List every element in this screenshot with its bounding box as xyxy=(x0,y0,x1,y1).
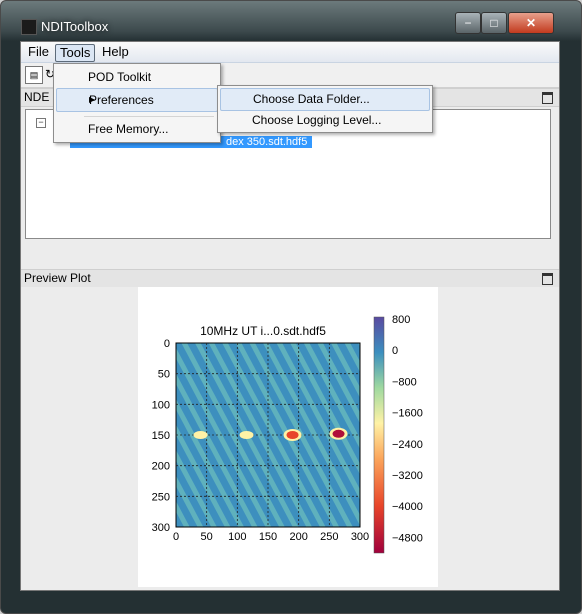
colorbar xyxy=(373,316,385,554)
preview-plot-area: 10MHz UT i...0.sdt.hdf5 0 50 100 150 200 250 3… xyxy=(21,287,559,590)
menu-item-label: Free Memory... xyxy=(88,122,169,136)
tree-selected-label: dex 350.sdt.hdf5 xyxy=(226,136,308,148)
colorbar-tick-label: −4000 xyxy=(392,501,423,513)
app-window: NDIToolbox − □ ✕ File Tools Help ▤ ↻ NDE… xyxy=(0,0,582,614)
menu-bar: File Tools Help xyxy=(21,42,559,63)
menu-item-pod-toolkit[interactable]: POD Toolkit xyxy=(56,66,216,88)
hotspot-mark xyxy=(242,433,251,437)
colorbar-tick-label: −3200 xyxy=(392,470,423,482)
title-bar[interactable]: NDIToolbox − □ ✕ xyxy=(1,1,581,41)
y-tick-label: 300 xyxy=(152,522,170,534)
panel-maximize-icon[interactable] xyxy=(542,273,553,285)
colorbar-tick-label: 800 xyxy=(392,314,410,326)
x-tick-label: 100 xyxy=(228,531,246,543)
hotspot-mark xyxy=(332,429,345,438)
colorbar-tick-label: 0 xyxy=(392,345,398,357)
toolbar-view-icon[interactable]: ▤ xyxy=(25,66,43,84)
chart-title: 10MHz UT i...0.sdt.hdf5 xyxy=(200,324,326,338)
y-tick-label: 100 xyxy=(152,399,170,411)
submenu-arrow-icon: ▶ xyxy=(89,95,96,104)
hotspot-mark xyxy=(286,431,299,439)
hotspot-mark xyxy=(196,433,205,437)
menu-file[interactable]: File xyxy=(24,44,53,60)
menu-item-label: Choose Logging Level... xyxy=(252,113,382,127)
tree-collapse-icon[interactable]: − xyxy=(36,118,46,128)
y-tick-label: 250 xyxy=(152,491,170,503)
preferences-submenu: Choose Data Folder... Choose Logging Lev… xyxy=(217,85,433,133)
menu-item-choose-logging-level[interactable]: Choose Logging Level... xyxy=(220,110,428,131)
menu-item-preferences[interactable]: Preferences ▶ xyxy=(56,88,218,112)
close-button[interactable]: ✕ xyxy=(508,12,554,34)
x-tick-label: 50 xyxy=(201,531,213,543)
y-tick-label: 0 xyxy=(164,338,170,350)
x-tick-label: 150 xyxy=(259,531,277,543)
heatmap-chart: 10MHz UT i...0.sdt.hdf5 0 50 100 150 200 250 3… xyxy=(152,314,423,554)
colorbar-tick-label: −800 xyxy=(392,376,417,388)
x-tick-label: 200 xyxy=(289,531,307,543)
menu-item-label: POD Toolkit xyxy=(88,70,152,84)
colorbar-tick-label: −4800 xyxy=(392,532,423,544)
preview-panel-header: Preview Plot xyxy=(21,269,559,288)
colorbar-tick-label: −2400 xyxy=(392,439,423,451)
y-tick-label: 50 xyxy=(158,369,170,381)
panel-maximize-icon[interactable] xyxy=(542,92,553,104)
minimize-button[interactable]: − xyxy=(455,12,481,34)
x-tick-label: 300 xyxy=(351,531,369,543)
maximize-button[interactable]: □ xyxy=(481,12,507,34)
x-tick-label: 250 xyxy=(320,531,338,543)
app-icon xyxy=(21,19,37,35)
menu-item-free-memory[interactable]: Free Memory... xyxy=(56,118,216,140)
x-tick-label: 0 xyxy=(173,531,179,543)
y-tick-label: 200 xyxy=(152,461,170,473)
menu-item-label: Choose Data Folder... xyxy=(253,92,370,106)
preview-panel-title: Preview Plot xyxy=(24,271,91,285)
tools-dropdown-menu: POD Toolkit Preferences ▶ Free Memory... xyxy=(53,63,221,143)
window-title: NDIToolbox xyxy=(41,19,109,34)
plot-canvas: 10MHz UT i...0.sdt.hdf5 0 50 100 150 200 250 3… xyxy=(138,287,438,587)
menu-tools[interactable]: Tools xyxy=(55,44,96,62)
menu-item-choose-data-folder[interactable]: Choose Data Folder... xyxy=(220,88,430,111)
y-tick-label: 150 xyxy=(152,430,170,442)
colorbar-tick-label: −1600 xyxy=(392,408,423,420)
menu-separator xyxy=(84,116,214,117)
menu-help[interactable]: Help xyxy=(98,44,133,60)
